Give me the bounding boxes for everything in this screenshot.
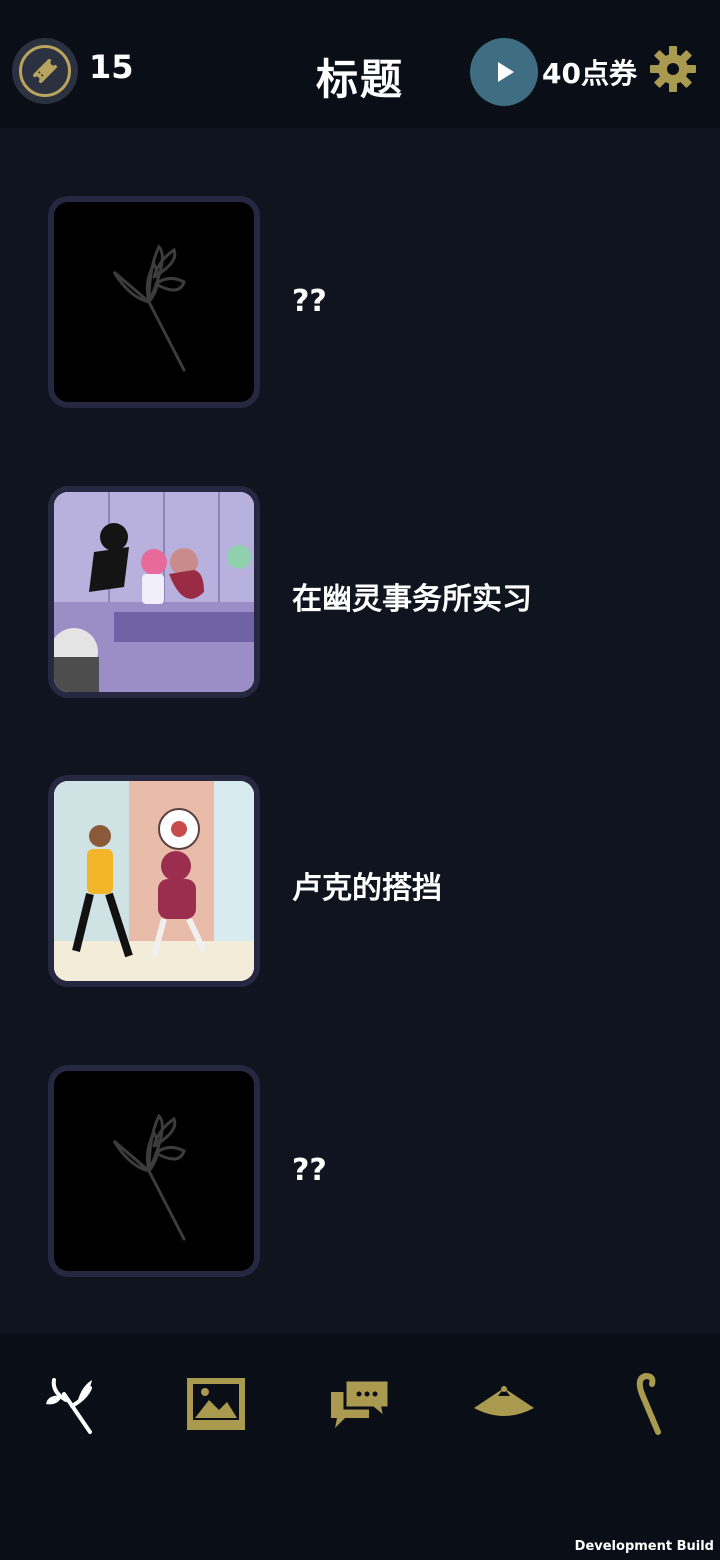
story-thumbnail xyxy=(48,196,260,408)
story-thumbnail xyxy=(48,1065,260,1277)
story-row[interactable]: 在幽灵事务所实习 xyxy=(0,486,720,700)
flower-icon[interactable] xyxy=(36,1368,108,1440)
story-thumbnail xyxy=(48,486,260,698)
play-button[interactable] xyxy=(470,38,538,106)
story-title: ?? xyxy=(292,284,327,319)
points-balance: 40点券 xyxy=(542,57,637,90)
hat-icon[interactable] xyxy=(468,1368,540,1440)
play-icon xyxy=(498,62,514,82)
ghost-office-illustration xyxy=(54,492,254,692)
story-row[interactable]: ?? xyxy=(0,1065,720,1279)
locked-flower-icon xyxy=(112,1113,186,1241)
story-title: 卢克的搭挡 xyxy=(292,871,442,906)
gear-icon[interactable] xyxy=(648,44,698,94)
luke-partner-illustration xyxy=(54,781,254,981)
bottom-nav: Development Build xyxy=(0,1334,720,1560)
story-title: ?? xyxy=(292,1153,327,1188)
chat-icon[interactable] xyxy=(324,1368,396,1440)
cane-icon[interactable] xyxy=(612,1368,684,1440)
top-bar: 15 标题 40点券 xyxy=(0,0,720,128)
story-row[interactable]: ?? xyxy=(0,196,720,410)
story-row[interactable]: 卢克的搭挡 xyxy=(0,775,720,989)
build-label: Development Build xyxy=(574,1539,714,1554)
story-title: 在幽灵事务所实习 xyxy=(292,582,532,617)
locked-flower-icon xyxy=(112,244,186,372)
gallery-icon[interactable] xyxy=(180,1368,252,1440)
story-thumbnail xyxy=(48,775,260,987)
